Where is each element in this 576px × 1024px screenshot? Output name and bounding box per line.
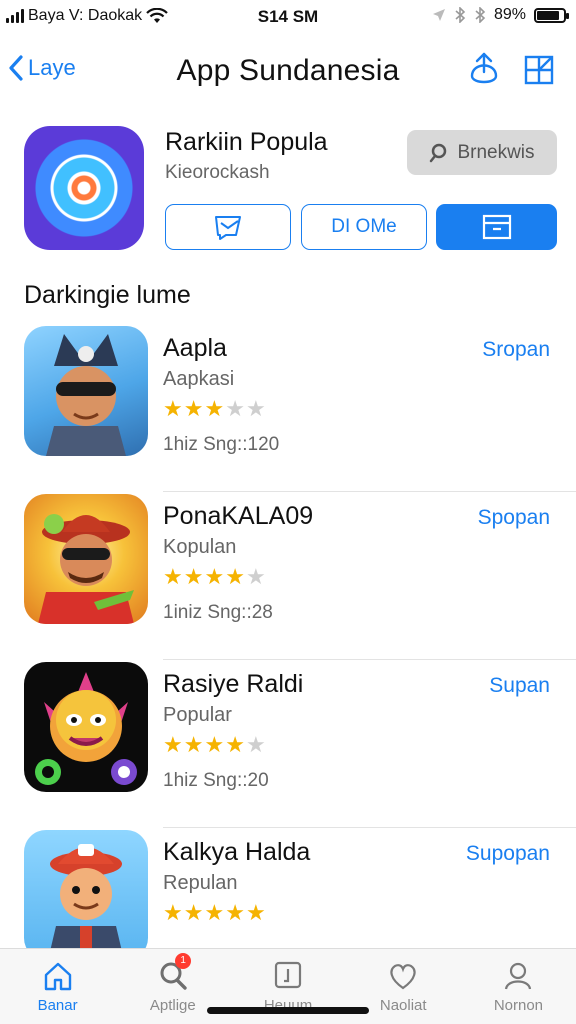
- star-filled-icon: ★: [225, 732, 246, 757]
- list-item[interactable]: Rasiye Raldi Popular ★★★★★ 1hiz Sng::20 …: [0, 660, 576, 828]
- app-category: Kopulan: [163, 536, 237, 558]
- app-name: Rasiye Raldi: [163, 670, 304, 698]
- app-name: PonaKALA09: [163, 502, 314, 530]
- firefighter-character-icon[interactable]: [24, 830, 148, 960]
- option-button[interactable]: DI OMe: [301, 204, 427, 250]
- browse-label: Brnekwis: [457, 141, 535, 163]
- status-right: 89%: [432, 6, 569, 24]
- open-button[interactable]: [436, 204, 557, 250]
- tab-profile[interactable]: Nornon: [461, 949, 576, 1024]
- rating-stars: ★★★★★: [163, 732, 267, 758]
- star-filled-icon: ★: [245, 900, 267, 925]
- star-empty-icon: ★: [245, 564, 267, 589]
- get-button[interactable]: Spopan: [478, 506, 550, 530]
- star-filled-icon: ★: [204, 564, 226, 589]
- star-filled-icon: ★: [163, 732, 184, 757]
- featured-app-subtitle: Kieorockash: [165, 162, 270, 183]
- tab-label: Aptlige: [149, 997, 196, 1014]
- heart-icon: [390, 964, 416, 990]
- message-button[interactable]: [165, 204, 291, 250]
- star-filled-icon: ★: [163, 900, 184, 925]
- share-icon[interactable]: [466, 50, 502, 88]
- app-name: Kalkya Halda: [163, 838, 311, 866]
- star-filled-icon: ★: [163, 564, 184, 589]
- star-filled-icon: ★: [225, 564, 246, 589]
- rating-stars: ★★★★★: [163, 900, 267, 926]
- star-filled-icon: ★: [163, 396, 184, 421]
- app-category: Popular: [163, 704, 232, 726]
- get-button[interactable]: Supan: [489, 674, 550, 698]
- app-name: Aapla: [163, 334, 227, 362]
- cat-ninja-character-icon[interactable]: [24, 326, 148, 456]
- star-filled-icon: ★: [225, 900, 246, 925]
- featured-app-card: Rarkiin Popula Kieorockash Brnekwis DI O…: [0, 122, 576, 262]
- browse-button[interactable]: Brnekwis: [407, 130, 557, 175]
- star-filled-icon: ★: [204, 396, 226, 421]
- star-filled-icon: ★: [183, 396, 205, 421]
- star-empty-icon: ★: [225, 396, 246, 421]
- star-filled-icon: ★: [183, 732, 205, 757]
- battery-percent: 89%: [493, 6, 526, 23]
- featured-app-icon[interactable]: [24, 126, 144, 250]
- home-indicator: [207, 1007, 369, 1014]
- tab-label: Nornon: [493, 997, 544, 1014]
- list-item[interactable]: PonaKALA09 Kopulan ★★★★★ 1iniz Sng::28 S…: [0, 492, 576, 660]
- bluetooth-icon: [455, 7, 466, 23]
- battery-icon: [534, 7, 569, 23]
- monster-character-icon[interactable]: [24, 662, 148, 792]
- option-button-label: DI OMe: [331, 216, 397, 237]
- app-category: Aapkasi: [163, 368, 235, 390]
- location-icon: [432, 9, 445, 21]
- grid-icon[interactable]: [521, 50, 557, 88]
- star-empty-icon: ★: [245, 732, 267, 757]
- window-icon: [482, 214, 511, 240]
- app-size: 1iniz Sng::28: [163, 602, 273, 623]
- get-button[interactable]: Sropan: [482, 338, 550, 362]
- message-icon: [215, 216, 241, 240]
- document-icon: [274, 961, 302, 989]
- get-button[interactable]: Supopan: [466, 842, 550, 866]
- list-item[interactable]: Aapla Aapkasi ★★★★★ 1hiz Sng::120 Sropan: [0, 324, 576, 492]
- rating-stars: ★★★★★: [163, 396, 267, 422]
- star-filled-icon: ★: [204, 900, 226, 925]
- star-filled-icon: ★: [204, 732, 226, 757]
- star-empty-icon: ★: [245, 396, 267, 421]
- tab-label: Banar: [37, 997, 78, 1014]
- app-size: 1hiz Sng::120: [163, 434, 280, 455]
- profile-icon: [505, 962, 532, 990]
- cowboy-character-icon[interactable]: [24, 494, 148, 624]
- star-filled-icon: ★: [183, 900, 205, 925]
- app-category: Repulan: [163, 872, 238, 894]
- featured-app-title: Rarkiin Popula: [165, 128, 328, 156]
- search-icon: [430, 143, 447, 162]
- battery-fill: [537, 10, 560, 20]
- home-icon: [44, 962, 71, 991]
- app-size: 1hiz Sng::20: [163, 770, 269, 791]
- section-title: Darkingie lume: [24, 281, 191, 309]
- status-bar: Baya V: Daokak S14 SM 89%: [0, 0, 576, 34]
- rating-stars: ★★★★★: [163, 564, 267, 590]
- navigation-bar: Laye App Sundanesia: [0, 40, 576, 104]
- star-filled-icon: ★: [183, 564, 205, 589]
- bluetooth-icon-2: [475, 7, 486, 23]
- tab-home[interactable]: Banar: [0, 949, 115, 1024]
- tab-label: Naoliat: [379, 997, 427, 1014]
